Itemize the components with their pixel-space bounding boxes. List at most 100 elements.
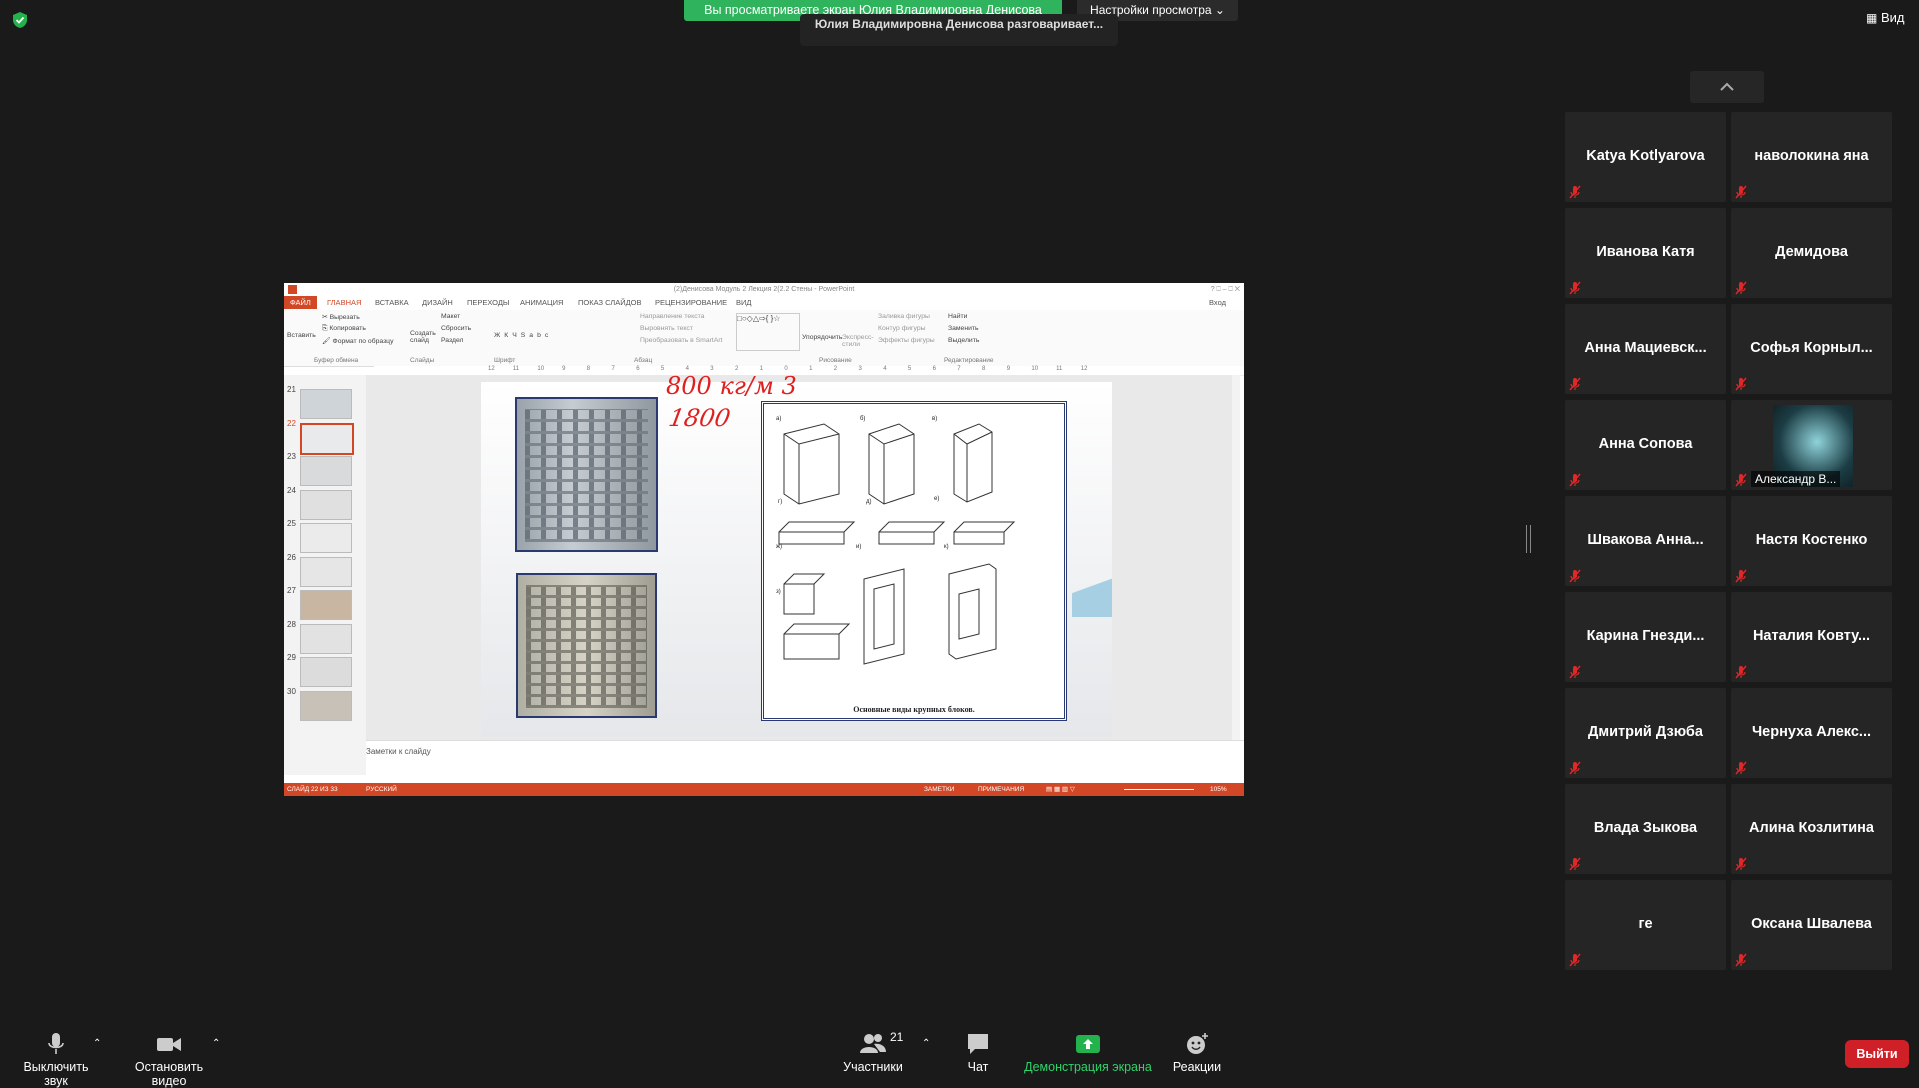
arrange-button[interactable]: Упорядочить: [802, 334, 842, 341]
participant-tile[interactable]: Влада Зыкова: [1565, 784, 1726, 874]
chat-button[interactable]: Чат: [958, 1032, 998, 1074]
participant-tile[interactable]: Алина Козлитина: [1731, 784, 1892, 874]
slide-thumbnail[interactable]: [300, 657, 352, 687]
thumbnail-number: 28: [287, 619, 296, 629]
slide-thumbnail[interactable]: [300, 590, 352, 620]
muted-mic-icon: [1569, 569, 1581, 583]
participant-tile[interactable]: Чернуха Алекс...: [1731, 688, 1892, 778]
shapes-gallery[interactable]: □○◇△⇨{ }☆: [736, 313, 800, 351]
slide-thumbnail[interactable]: [300, 422, 354, 455]
group-editing: Редактирование: [944, 357, 994, 364]
notes-toggle[interactable]: ЗАМЕТКИ: [924, 783, 954, 796]
group-drawing: Рисование: [819, 357, 852, 364]
view-button[interactable]: ▦ Вид: [1866, 10, 1905, 25]
leave-button[interactable]: Выйти: [1845, 1040, 1909, 1068]
copy-button[interactable]: ⎘ Копировать: [322, 325, 366, 333]
smartart-button[interactable]: Преобразовать в SmartArt: [640, 337, 722, 344]
participant-tile[interactable]: ге: [1565, 880, 1726, 970]
participant-tile[interactable]: Оксана Швалева: [1731, 880, 1892, 970]
muted-mic-icon: [1735, 185, 1747, 199]
slide-thumbnail[interactable]: [300, 690, 352, 721]
slide-thumbnail[interactable]: [300, 523, 352, 553]
diagram-label-b: б): [860, 416, 866, 422]
slide-thumbnail[interactable]: [300, 556, 352, 587]
slide-editing-area[interactable]: 800 кг/м 3 1800 а) б) в) г) д) е) ж) з) …: [366, 372, 1240, 740]
find-button[interactable]: Найти: [948, 313, 967, 320]
zoom-level[interactable]: 105%: [1210, 783, 1227, 796]
window-controls[interactable]: ? ⎕ – ⎕ ✕: [1211, 283, 1240, 296]
diagram-label-v: в): [932, 416, 938, 422]
audio-options-caret[interactable]: ⌃: [93, 1038, 101, 1049]
signin-link[interactable]: Вход: [1209, 298, 1226, 307]
align-text-button[interactable]: Выровнять текст: [640, 325, 693, 332]
group-paragraph: Абзац: [634, 357, 653, 364]
tab-insert[interactable]: ВСТАВКА: [375, 298, 409, 307]
participant-tile[interactable]: Иванова Катя: [1565, 208, 1726, 298]
tab-transitions[interactable]: ПЕРЕХОДЫ: [467, 298, 510, 307]
replace-button[interactable]: Заменить: [948, 325, 979, 332]
participants-button[interactable]: 21 Участники: [838, 1030, 908, 1074]
notes-pane[interactable]: Заметки к слайду: [366, 740, 1244, 775]
current-slide[interactable]: 800 кг/м 3 1800 а) б) в) г) д) е) ж) з) …: [481, 372, 1112, 737]
reset-button[interactable]: Сбросить: [441, 325, 471, 332]
paste-button[interactable]: Вставить: [287, 332, 316, 339]
tab-design[interactable]: ДИЗАЙН: [422, 298, 453, 307]
participant-tile[interactable]: Карина Гнезди...: [1565, 592, 1726, 682]
participant-tile[interactable]: Дмитрий Дзюба: [1565, 688, 1726, 778]
reactions-button[interactable]: Реакции: [1168, 1032, 1226, 1074]
vertical-scrollbar[interactable]: [1232, 375, 1240, 740]
cut-button[interactable]: ✂ Вырезать: [322, 313, 360, 321]
tab-home[interactable]: ГЛАВНАЯ: [327, 298, 361, 307]
participant-name: ге: [1638, 916, 1653, 932]
security-shield-icon[interactable]: [11, 11, 29, 29]
collapse-gallery-button[interactable]: [1690, 71, 1764, 103]
ruler-mark: 10: [537, 366, 545, 372]
slide-thumbnail[interactable]: [300, 623, 352, 654]
select-button[interactable]: Выделить: [948, 337, 979, 344]
shared-powerpoint-window[interactable]: (2)Денисова Модуль 2 Лекция 2(2.2 Стены …: [284, 283, 1244, 796]
shape-fill-button[interactable]: Заливка фигуры: [878, 313, 930, 320]
layout-button[interactable]: Макет: [441, 313, 460, 320]
ruler-mark: 2: [833, 366, 838, 372]
new-slide-button[interactable]: Создать слайд: [410, 330, 440, 344]
participant-tile[interactable]: Софья Корныл...: [1731, 304, 1892, 394]
tab-file[interactable]: ФАЙЛ: [284, 296, 317, 309]
tab-view[interactable]: ВИД: [736, 298, 751, 307]
view-buttons[interactable]: ▤ ▦ ▥ ▽: [1046, 783, 1075, 796]
ppt-ribbon: Вставить ✂ Вырезать ⎘ Копировать 🖌 Форма…: [284, 310, 1244, 367]
comments-toggle[interactable]: ПРИМЕЧАНИЯ: [978, 783, 1024, 796]
muted-mic-icon: [1735, 761, 1747, 775]
slide-thumbnail[interactable]: [300, 456, 352, 486]
tab-animation[interactable]: АНИМАЦИЯ: [520, 298, 563, 307]
mute-button[interactable]: Выключить звук: [10, 1032, 102, 1088]
participant-tile[interactable]: Наталия Ковту...: [1731, 592, 1892, 682]
format-painter-button[interactable]: 🖌 Формат по образцу: [322, 337, 393, 345]
zoom-slider[interactable]: [1124, 789, 1194, 790]
participant-tile[interactable]: Александр В...: [1731, 400, 1892, 490]
participants-options-caret[interactable]: ⌃: [922, 1038, 930, 1049]
participant-name: Дмитрий Дзюба: [1588, 724, 1703, 740]
mute-label: Выключить звук: [23, 1060, 89, 1088]
video-options-caret[interactable]: ⌃: [212, 1038, 220, 1049]
participant-tile[interactable]: Настя Костенко: [1731, 496, 1892, 586]
slide-thumbnail[interactable]: [300, 489, 352, 520]
shape-outline-button[interactable]: Контур фигуры: [878, 325, 926, 332]
participant-tile[interactable]: Анна Мациевск...: [1565, 304, 1726, 394]
quick-styles-button[interactable]: Экспресс-стили: [842, 334, 874, 348]
panel-resize-handle[interactable]: [1526, 525, 1531, 553]
stop-video-button[interactable]: Остановить видео: [116, 1032, 222, 1088]
slide-thumbnails-pane[interactable]: 21 22 23 24 25 26 27 28 29 30: [284, 375, 367, 775]
participant-tile[interactable]: наволокина яна: [1731, 112, 1892, 202]
participant-tile[interactable]: Katya Kotlyarova: [1565, 112, 1726, 202]
participant-tile[interactable]: Демидова: [1731, 208, 1892, 298]
share-screen-button[interactable]: Демонстрация экрана: [1023, 1032, 1153, 1074]
tab-review[interactable]: РЕЦЕНЗИРОВАНИЕ: [655, 298, 727, 307]
participant-tile[interactable]: Анна Сопова: [1565, 400, 1726, 490]
tab-slideshow[interactable]: ПОКАЗ СЛАЙДОВ: [578, 298, 642, 307]
font-tools[interactable]: ЖКЧSabc: [494, 332, 552, 339]
section-button[interactable]: Раздел: [441, 337, 463, 344]
text-direction-button[interactable]: Направление текста: [640, 313, 704, 320]
slide-thumbnail[interactable]: [300, 389, 352, 419]
participant-tile[interactable]: Швакова Анна...: [1565, 496, 1726, 586]
shape-effects-button[interactable]: Эффекты фигуры: [878, 337, 935, 344]
